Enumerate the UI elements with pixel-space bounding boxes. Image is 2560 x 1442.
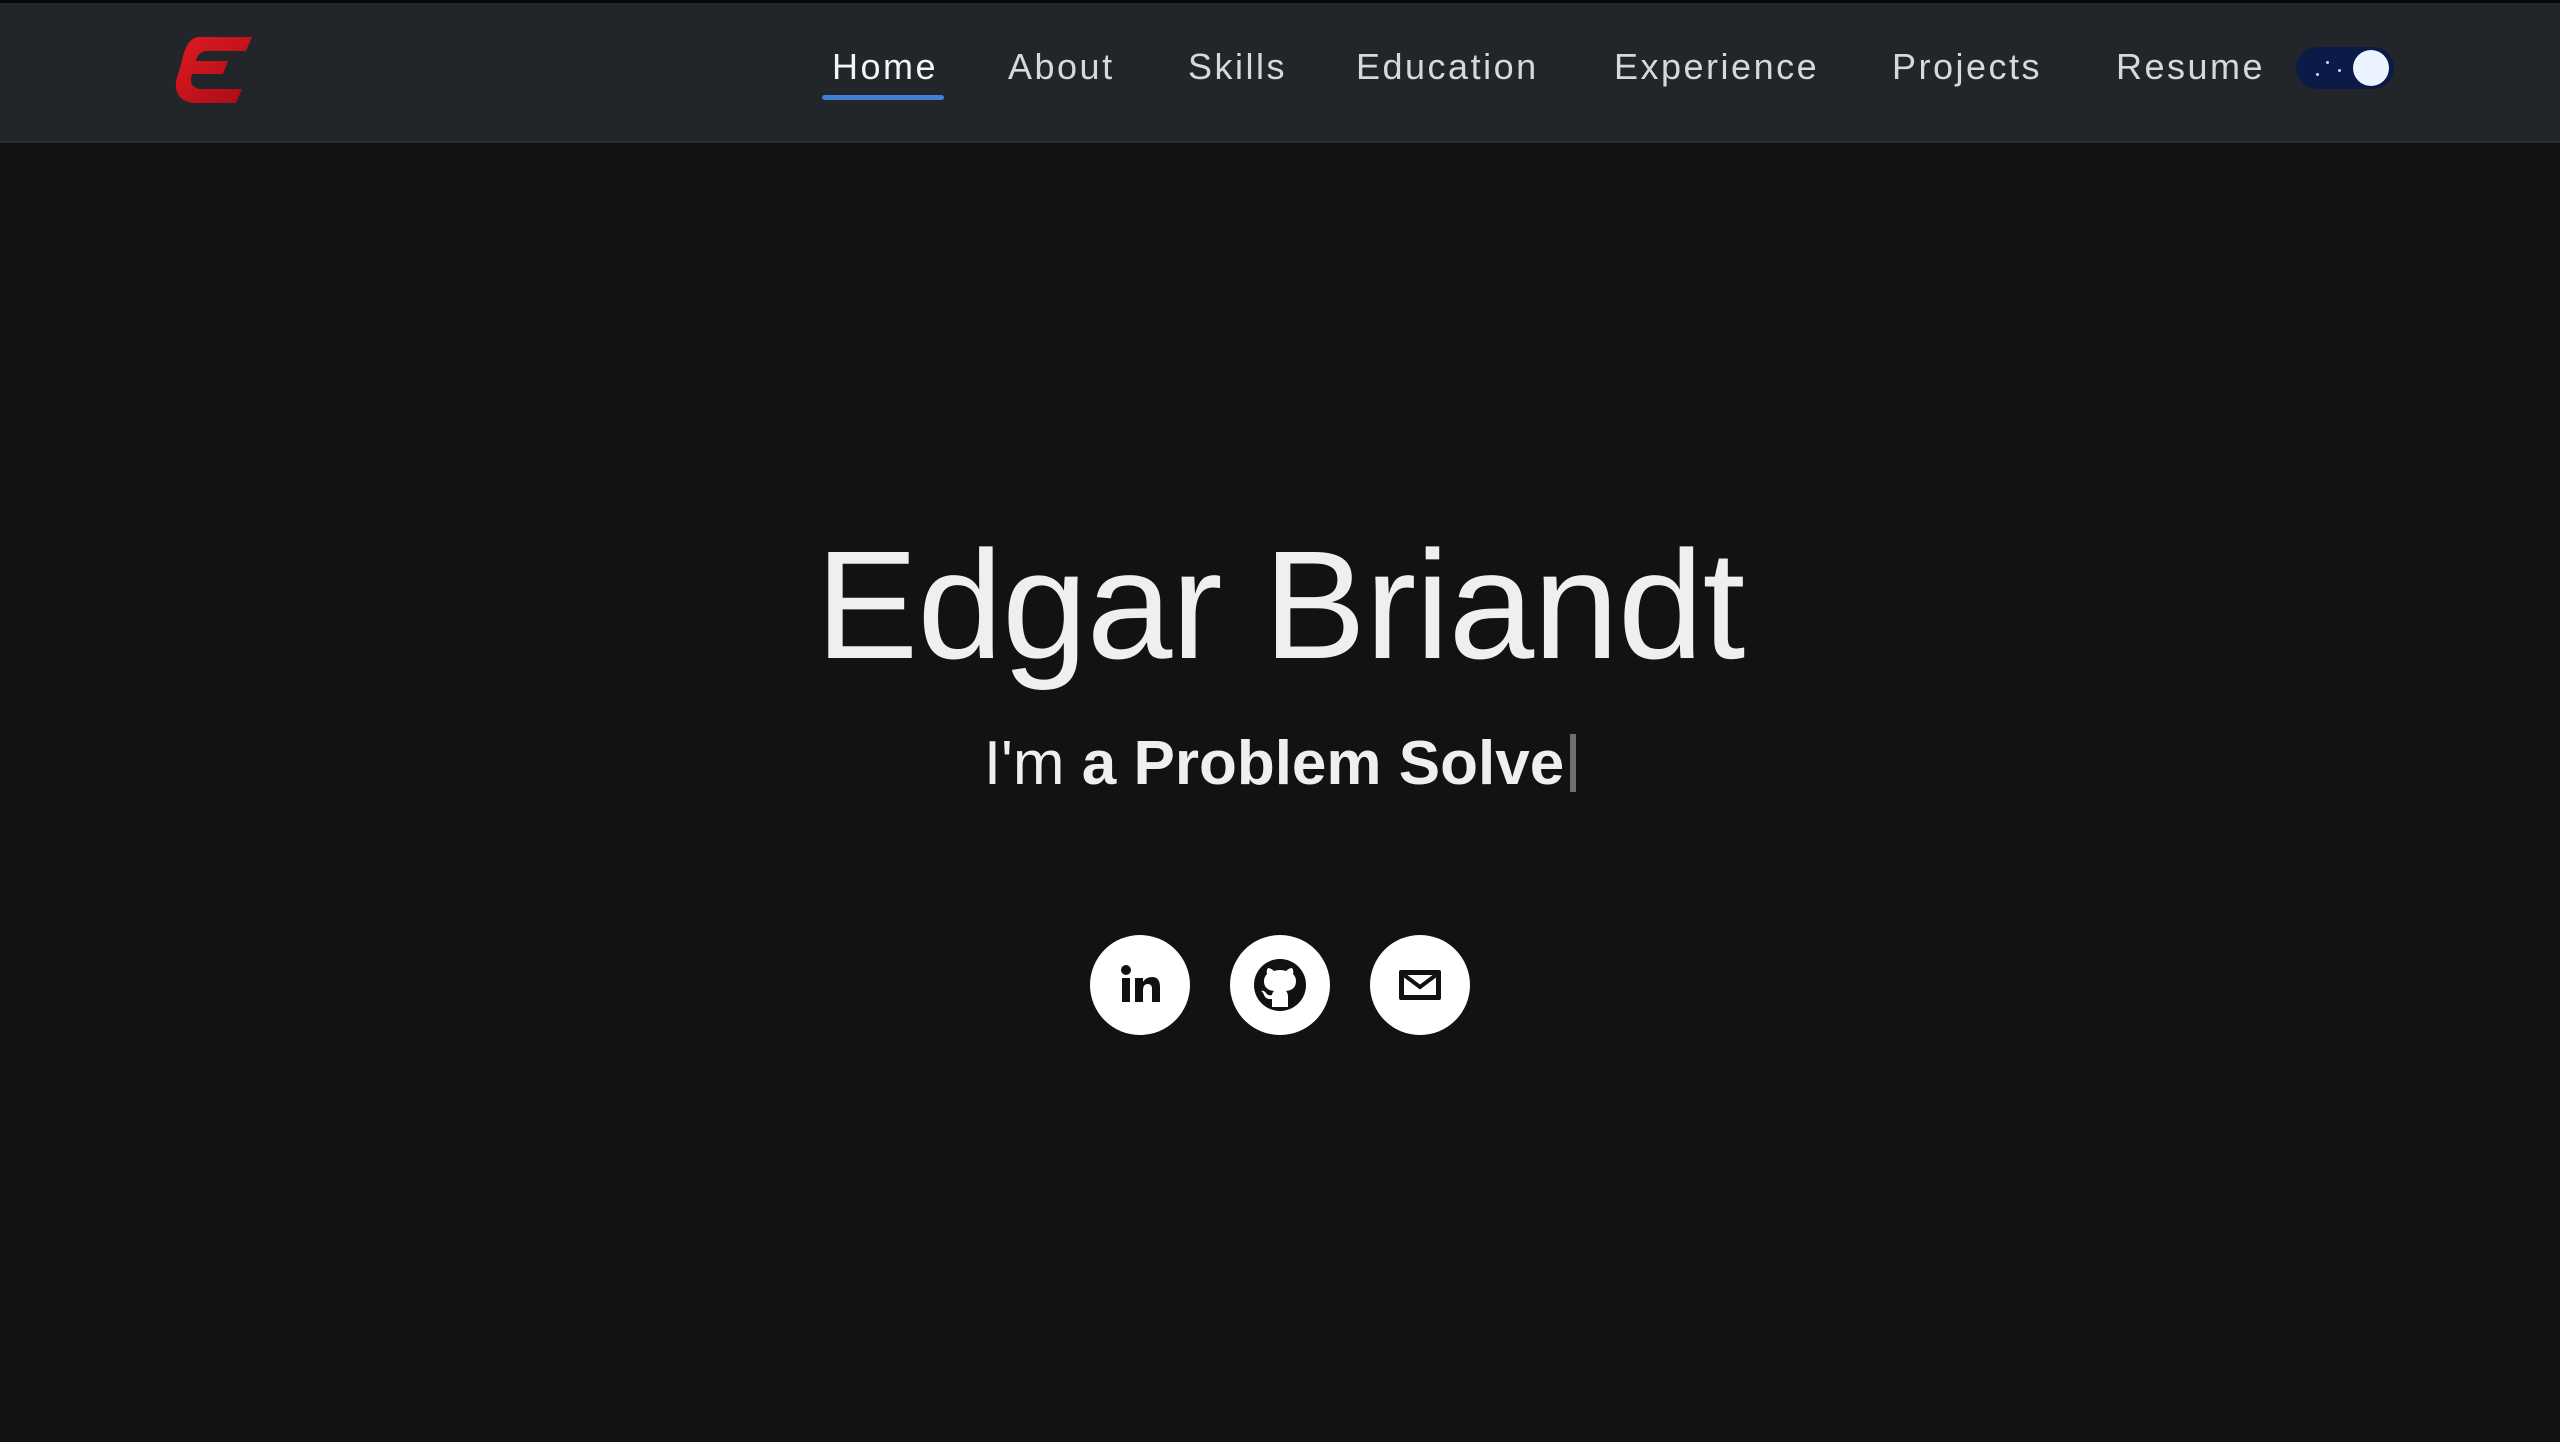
star-icon <box>2316 73 2319 76</box>
nav-item-skills[interactable]: Skills <box>1188 41 1287 101</box>
active-nav-indicator <box>822 95 944 100</box>
theme-toggle-icon[interactable] <box>2296 47 2394 89</box>
hero-name: Edgar Briandt <box>815 519 1746 691</box>
nav-item-education[interactable]: Education <box>1356 41 1539 101</box>
social-links <box>0 935 2560 1035</box>
linkedin-button[interactable] <box>1090 935 1190 1035</box>
hero-tagline: I'm a Problem Solve <box>0 724 2560 804</box>
navbar: Home About Skills Education Experience P… <box>0 3 2560 143</box>
nav-item-home[interactable]: Home <box>832 41 938 101</box>
github-icon <box>1254 959 1306 1011</box>
tagline-prefix: I'm <box>983 729 1065 798</box>
star-icon <box>2338 69 2341 72</box>
typewriter-text: a Problem Solve <box>1081 729 1565 798</box>
nav-item-experience[interactable]: Experience <box>1614 41 1819 101</box>
linkedin-icon <box>1121 965 1160 1002</box>
github-button[interactable] <box>1230 935 1330 1035</box>
toggle-knob <box>2353 50 2389 86</box>
mail-icon <box>1399 970 1441 1000</box>
nav-item-projects[interactable]: Projects <box>1892 41 2042 101</box>
star-icon <box>2326 61 2329 64</box>
email-button[interactable] <box>1370 935 1470 1035</box>
typewriter-cursor <box>1570 734 1577 792</box>
nav-item-resume[interactable]: Resume <box>2116 41 2265 101</box>
letter-e-logo[interactable] <box>168 29 260 121</box>
nav-item-about[interactable]: About <box>1008 41 1115 101</box>
